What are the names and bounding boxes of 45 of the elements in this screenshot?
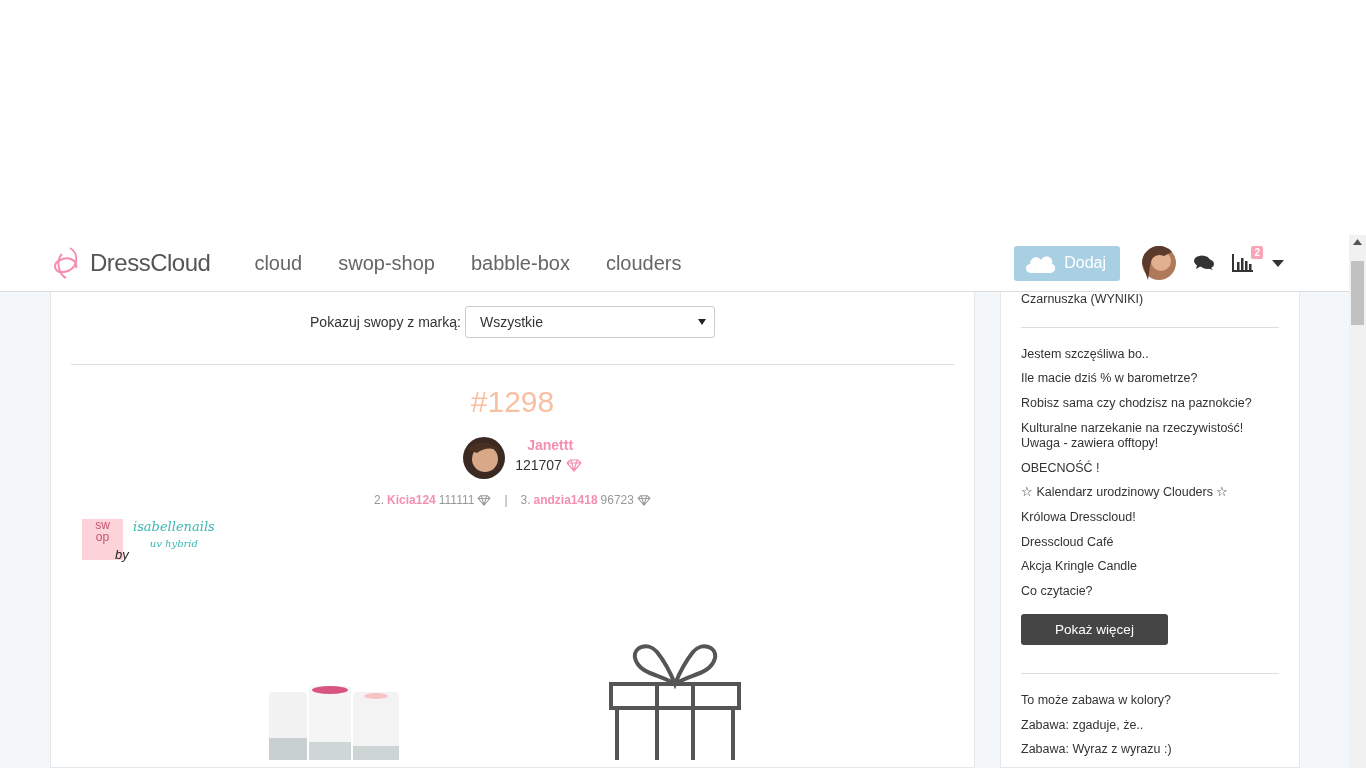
topic-link[interactable]: ☆ Kalendarz urodzinowy Clouders ☆ (1021, 485, 1261, 501)
logo-text[interactable]: DressCloud (90, 249, 211, 277)
bar-chart-icon[interactable] (1232, 254, 1254, 272)
topic-link[interactable]: Ile macie dziś % w barometrze? (1021, 371, 1261, 387)
chat-icon[interactable] (1194, 255, 1214, 271)
swop-number: #1298 (469, 385, 556, 419)
scrollbar-thumb[interactable] (1351, 261, 1364, 325)
topic-link[interactable]: Dresscloud Café (1021, 534, 1261, 551)
diamond-icon (636, 494, 651, 506)
topic-link[interactable]: Akcja Kringle Candle (1021, 559, 1261, 575)
topic-link[interactable]: OBECNOŚĆ ! (1021, 460, 1261, 477)
topic-link[interactable]: Jestem szczęśliwa bo.. (1021, 346, 1261, 363)
brand-tagline: uv hybrid (149, 538, 198, 549)
topic-link[interactable]: Zabawa: zgaduje, że.. (1021, 717, 1261, 734)
nav-link[interactable]: clouders (605, 251, 682, 275)
gift-icon (609, 644, 742, 760)
topic-link[interactable]: Robisz sama czy chodzisz na paznokcie? (1021, 395, 1261, 412)
filter-label: Pokazuj swopy z marką: (310, 314, 461, 330)
brand-name: isabellenails (133, 519, 215, 534)
caret-icon (697, 319, 706, 325)
diamond-icon (477, 494, 492, 506)
points-text: 121707 (515, 457, 562, 473)
topic-link[interactable]: Czarnuszka (WYNIKI) (1021, 292, 1261, 308)
separator-text: | (504, 493, 508, 507)
caret-icon[interactable] (1272, 259, 1284, 267)
topic-link[interactable]: Kulturalne narzekanie na rzeczywistość! Uwaga - zawiera offtopy! (1021, 420, 1261, 452)
rank-text: 3. (520, 493, 531, 507)
topic-link[interactable]: Królowa Dresscloud! (1021, 510, 1261, 526)
topic-link[interactable]: Co czytacie? (1021, 583, 1261, 600)
nav-link[interactable]: cloud (254, 251, 303, 275)
rank-text: 2. (374, 493, 385, 507)
notification-badge: 2 (1251, 246, 1263, 259)
by-text: by (115, 547, 129, 562)
avatar[interactable] (1142, 246, 1176, 280)
topic-link[interactable]: Zabawa: Wyraz z wyrazu :) (1021, 742, 1261, 758)
diamond-icon (565, 458, 582, 472)
points-text: 96723 (600, 493, 634, 507)
nav-link[interactable]: babble-box (470, 251, 570, 275)
show-more-button[interactable]: Pokaż więcej (1021, 613, 1168, 646)
avatar[interactable] (463, 437, 506, 479)
points-text: 111111 (438, 493, 475, 507)
brand-select[interactable]: Wszystkie (464, 306, 715, 338)
topic-link[interactable]: To może zabawa w kolory? (1021, 693, 1261, 709)
scroll-up-icon[interactable] (1353, 239, 1362, 245)
nav-link[interactable]: swop-shop (338, 251, 435, 275)
